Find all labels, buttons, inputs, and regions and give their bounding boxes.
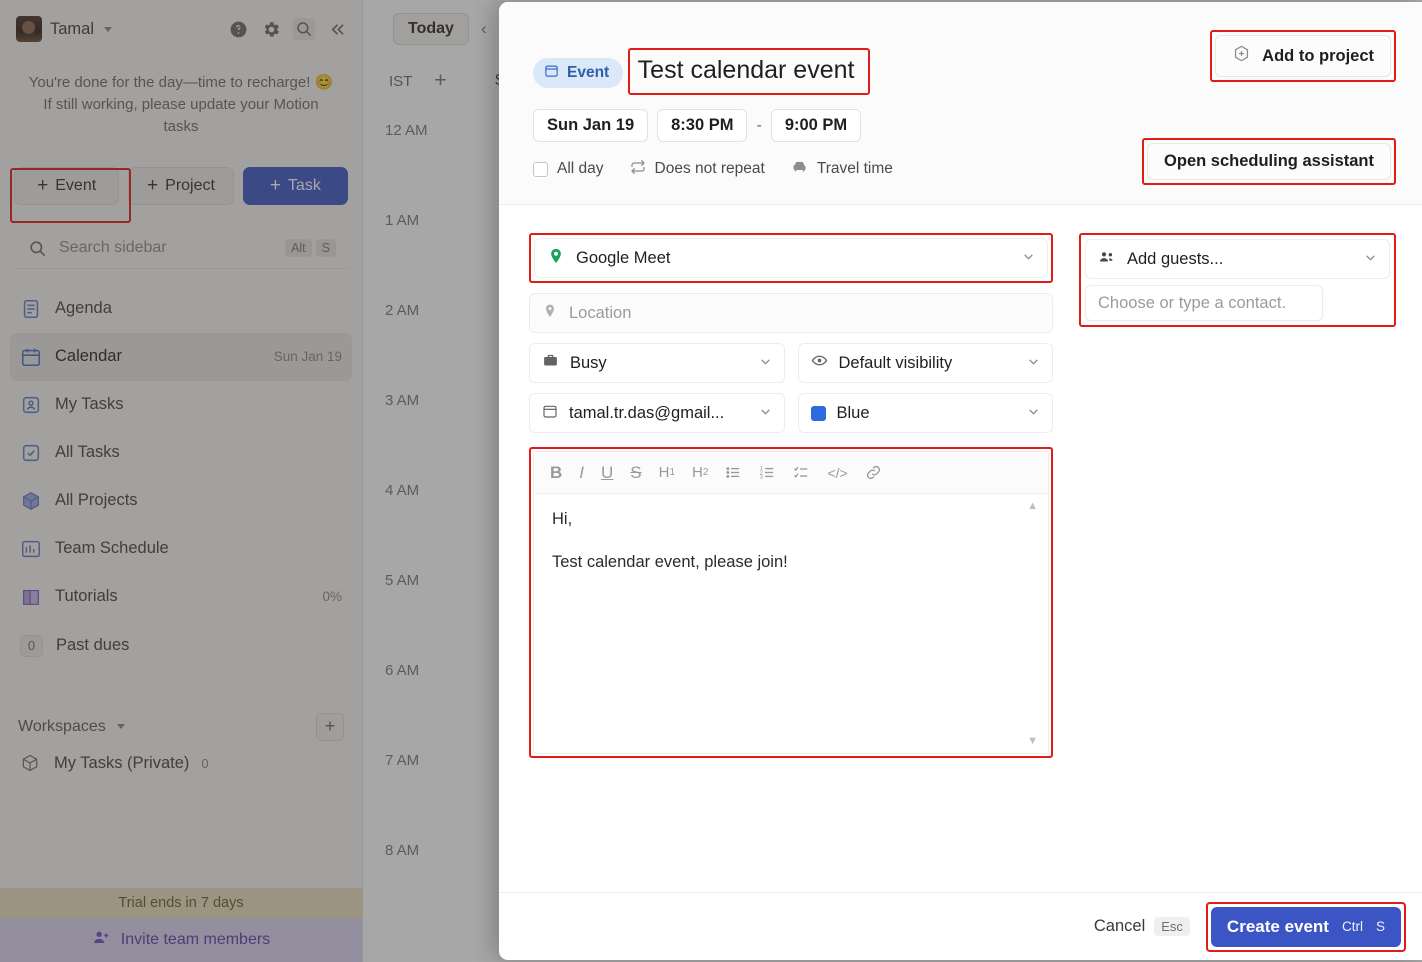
header-actions: Add to project Open scheduling assistant [1142, 30, 1396, 185]
add-to-project-label: Add to project [1262, 46, 1374, 65]
scheduling-assistant-label: Open scheduling assistant [1164, 152, 1374, 170]
visibility-select[interactable]: Default visibility [797, 343, 1053, 383]
event-start-time-button[interactable]: 8:30 PM [657, 109, 748, 142]
highlight-create-event: Create event Ctrl S [1205, 901, 1406, 952]
event-modal-body: Google Meet Location Busy Default visibi… [499, 205, 1422, 892]
visibility-value: Default visibility [838, 353, 953, 372]
travel-time-button[interactable]: Travel time [791, 158, 893, 180]
car-icon [791, 158, 808, 180]
travel-time-label: Travel time [816, 160, 893, 177]
event-color-select[interactable]: Blue [797, 393, 1053, 433]
location-input[interactable]: Location [529, 293, 1053, 333]
checkbox-icon [533, 161, 548, 177]
add-guests-label: Add guests... [1127, 249, 1224, 268]
create-event-button[interactable]: Create event Ctrl S [1210, 906, 1401, 947]
time-separator: - [756, 116, 762, 134]
calendar-account-value: tamal.tr.das@gmail... [569, 403, 725, 422]
chevron-down-icon [1027, 404, 1040, 423]
underline-icon[interactable]: U [601, 464, 613, 481]
numbered-list-icon[interactable]: 123 [759, 464, 776, 481]
chevron-down-icon [759, 404, 772, 423]
location-placeholder: Location [569, 303, 632, 322]
create-shortcut-key: S [1375, 919, 1385, 934]
cancel-label: Cancel [1093, 917, 1146, 935]
repeat-selector[interactable]: Does not repeat [630, 159, 765, 180]
highlight-scheduling-assistant: Open scheduling assistant [1142, 138, 1396, 185]
event-type-badge[interactable]: Event [533, 58, 624, 88]
cancel-shortcut: Esc [1154, 917, 1190, 936]
plus-hex-icon [1232, 44, 1251, 68]
link-icon[interactable] [865, 464, 882, 481]
description-editor[interactable]: B I U S H1 H2 123 </> Hi, Test calendar … [533, 451, 1049, 754]
google-meet-icon [547, 247, 565, 270]
availability-visibility-row: Busy Default visibility [529, 343, 1053, 393]
availability-select[interactable]: Busy [529, 343, 785, 383]
scroll-up-icon[interactable]: ▲ [1027, 500, 1038, 512]
calendar-icon [544, 63, 559, 83]
heading-1-icon[interactable]: H1 [659, 465, 675, 480]
svg-text:3: 3 [760, 474, 763, 480]
chevron-down-icon [1027, 354, 1040, 373]
scroll-down-icon[interactable]: ▼ [1027, 735, 1038, 747]
bold-icon[interactable]: B [550, 464, 562, 481]
pin-icon [542, 303, 558, 324]
event-title-field[interactable]: Test calendar event [627, 48, 871, 95]
code-icon[interactable]: </> [827, 466, 847, 480]
italic-icon[interactable]: I [579, 464, 584, 481]
calendar-icon [542, 403, 558, 424]
conference-value: Google Meet [576, 248, 671, 267]
chevron-down-icon [1364, 250, 1377, 269]
description-line: Hi, [552, 510, 573, 528]
event-color-value: Blue [836, 403, 870, 422]
add-guests-select[interactable]: Add guests... [1085, 239, 1390, 279]
event-form-left: Google Meet Location Busy Default visibi… [529, 233, 1053, 892]
all-day-toggle[interactable]: All day [533, 160, 604, 178]
description-line: Test calendar event, please join! [552, 553, 788, 571]
repeat-icon [630, 159, 646, 180]
highlight-guests: Add guests... Choose or type a contact. [1079, 233, 1396, 327]
highlight-description-editor: B I U S H1 H2 123 </> Hi, Test calendar … [529, 447, 1053, 758]
color-swatch [810, 405, 826, 421]
create-event-label: Create event [1226, 916, 1329, 936]
event-date-button[interactable]: Sun Jan 19 [533, 109, 649, 142]
add-to-project-button[interactable]: Add to project [1215, 35, 1391, 77]
eye-icon [811, 352, 828, 374]
chevron-down-icon [759, 354, 772, 373]
description-content[interactable]: Hi, Test calendar event, please join! ▲ … [534, 494, 1048, 753]
event-type-label: Event [567, 64, 610, 81]
event-modal: Event Test calendar event Sun Jan 19 8:3… [499, 2, 1422, 960]
people-icon [1098, 248, 1116, 271]
app-root: Tamal You're done for the day—time to re… [0, 0, 1422, 962]
heading-2-icon[interactable]: H2 [692, 465, 708, 480]
chevron-down-icon [1022, 249, 1035, 268]
editor-toolbar: B I U S H1 H2 123 </> [534, 452, 1048, 494]
event-modal-footer: Cancel Esc Create event Ctrl S [499, 892, 1422, 960]
create-shortcut-mod: Ctrl [1341, 919, 1363, 934]
conference-select[interactable]: Google Meet [534, 238, 1048, 278]
strikethrough-icon[interactable]: S [630, 464, 641, 481]
event-form-right: Add guests... Choose or type a contact. [1079, 233, 1396, 892]
cancel-button[interactable]: Cancel Esc [1094, 917, 1190, 936]
event-title-text: Test calendar event [637, 56, 855, 84]
briefcase-icon [542, 352, 559, 374]
open-scheduling-assistant-button[interactable]: Open scheduling assistant [1147, 143, 1391, 180]
calendar-color-row: tamal.tr.das@gmail... Blue [529, 393, 1053, 443]
highlight-add-to-project: Add to project [1210, 30, 1396, 82]
event-modal-header: Event Test calendar event Sun Jan 19 8:3… [499, 2, 1422, 205]
guest-contact-input[interactable]: Choose or type a contact. [1085, 285, 1323, 321]
availability-value: Busy [570, 353, 607, 372]
checklist-icon[interactable] [793, 464, 810, 481]
event-end-time-button[interactable]: 9:00 PM [770, 109, 862, 142]
all-day-label: All day [557, 160, 604, 177]
highlight-conference: Google Meet [529, 233, 1053, 283]
guest-contact-placeholder: Choose or type a contact. [1098, 293, 1287, 312]
bullet-list-icon[interactable] [725, 464, 742, 481]
repeat-label: Does not repeat [654, 160, 765, 177]
calendar-account-select[interactable]: tamal.tr.das@gmail... [529, 393, 785, 433]
